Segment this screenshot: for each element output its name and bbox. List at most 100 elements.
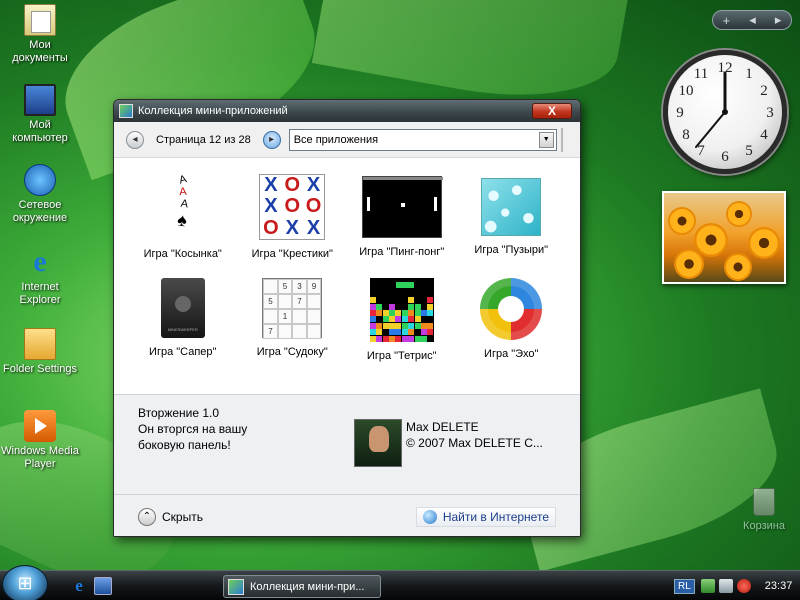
tetris-block <box>414 322 421 329</box>
tetris-block <box>376 322 383 329</box>
tetris-block <box>414 310 421 316</box>
category-filter-select[interactable]: Все приложения ▼ <box>288 128 557 151</box>
desktop-icon-my-documents[interactable]: Мои документы <box>0 4 80 65</box>
tetris-block <box>408 303 415 310</box>
desktop-icon-label: Мои документы <box>12 39 68 64</box>
get-more-gadgets-link[interactable]: Найти в Интернете <box>415 506 556 527</box>
desktop-icon-internet-explorer[interactable]: e Internet Explorer <box>0 246 80 307</box>
taskbar-item-label: Коллекция мини-при... <box>250 580 365 593</box>
documents-icon <box>24 4 56 36</box>
tetris-block <box>401 335 408 342</box>
media-player-icon <box>24 410 56 442</box>
tetris-block <box>408 329 415 336</box>
window-titlebar[interactable]: Коллекция мини-приложений X <box>114 100 580 122</box>
gadget-description: боковую панель! <box>138 438 231 452</box>
prev-page-button[interactable]: ◂ <box>126 130 144 149</box>
close-button[interactable]: X <box>532 103 572 119</box>
recycle-bin-icon <box>753 488 775 516</box>
gadget-tile-bubbles[interactable]: Игра "Пузыри" <box>457 170 567 274</box>
language-indicator[interactable]: RL <box>674 578 695 594</box>
gadget-grid: A A A ♠ Игра "Косынка" XOX XOO OXX Игра "… <box>114 158 580 394</box>
chevron-down-icon[interactable]: ▼ <box>538 131 554 148</box>
folder-icon <box>24 328 56 360</box>
tetris-block <box>388 335 395 342</box>
desktop-icon-network[interactable]: Сетевое окружение <box>0 164 80 225</box>
tetris-block <box>369 310 376 316</box>
get-more-gadgets-label: Найти в Интернете <box>442 509 549 524</box>
gadget-tile-minesweeper[interactable]: Игра "Сапер" <box>128 274 238 378</box>
tetris-block <box>369 322 376 329</box>
taskbar-item-gadget-gallery[interactable]: Коллекция мини-при... <box>223 575 381 598</box>
gadget-label: Игра "Сапер" <box>149 346 217 358</box>
internet-explorer-icon[interactable]: e <box>70 577 88 595</box>
desktop-icon-my-computer[interactable]: Мой компьютер <box>0 84 80 145</box>
gadget-tile-sudoku[interactable]: 539 57 1 7 Игра "Судоку" <box>238 274 348 378</box>
tetris-block <box>376 335 383 342</box>
clock-hands <box>695 71 728 148</box>
tetris-block <box>427 303 434 310</box>
tetris-block <box>427 297 434 304</box>
tetris-block <box>382 335 389 342</box>
add-gadget-button[interactable]: + <box>723 13 731 28</box>
show-desktop-icon[interactable] <box>94 577 112 595</box>
tetris-block <box>408 322 415 329</box>
tetris-block <box>369 316 376 323</box>
security-alert-icon[interactable] <box>736 579 751 593</box>
tetris-block <box>408 316 415 323</box>
gadget-tile-echo[interactable]: Игра "Эхо" <box>457 274 567 378</box>
tetris-block <box>401 322 408 329</box>
desktop-icon-windows-media-player[interactable]: Windows Media Player <box>0 410 80 471</box>
desktop-icon-folder-settings[interactable]: Folder Settings <box>0 328 80 376</box>
gallery-footer: ⌃ Скрыть Найти в Интернете <box>114 494 580 536</box>
gadget-label: Игра "Тетрис" <box>366 350 437 362</box>
gadget-gallery-icon <box>119 104 133 118</box>
tetris-block <box>414 316 421 323</box>
tetris-block <box>382 310 389 316</box>
slideshow-gadget[interactable] <box>662 191 786 284</box>
gadget-label: Игра "Крестики" <box>251 248 333 260</box>
page-indicator: Страница 12 из 28 <box>156 133 251 146</box>
gadget-label: Игра "Пузыри" <box>474 244 549 256</box>
tetris-block <box>388 310 395 316</box>
internet-explorer-icon: e <box>33 245 47 278</box>
tetris-block <box>427 310 434 316</box>
tetris-block <box>408 310 415 316</box>
tetris-block <box>420 310 427 316</box>
tetris-block <box>395 322 402 329</box>
author-name: Max DELETE <box>406 420 479 434</box>
hide-details-button[interactable]: ⌃ Скрыть <box>138 507 203 526</box>
volume-tray-icon[interactable] <box>718 579 733 593</box>
taskbar-clock[interactable]: 23:37 <box>765 580 793 592</box>
gadget-label: Игра "Судоку" <box>256 346 328 358</box>
tetris-block <box>395 282 414 288</box>
hide-details-label: Скрыть <box>162 509 203 524</box>
desktop-icon-recycle-bin[interactable]: Корзина <box>734 488 794 532</box>
desktop-icon-label: Windows Media Player <box>1 445 79 470</box>
tetris-block <box>395 335 402 342</box>
solitaire-cards-icon: A A A ♠ <box>175 173 189 231</box>
sudoku-icon: 539 57 1 7 <box>262 278 323 339</box>
tetris-block <box>388 329 395 336</box>
tetris-block <box>427 329 434 336</box>
globe-icon <box>422 509 437 524</box>
gadget-name: Вторжение 1.0 <box>138 406 220 420</box>
clock-gadget[interactable]: 12 1 2 3 4 5 6 7 8 9 10 11 <box>663 50 787 174</box>
echo-icon <box>480 278 543 340</box>
next-page-button[interactable]: ▸ <box>262 130 281 149</box>
sidebar-prev-button[interactable]: ◂ <box>749 12 756 28</box>
tetris-block <box>369 335 376 342</box>
desktop-icon-label: Folder Settings <box>3 363 77 375</box>
tetris-block <box>414 335 421 342</box>
gadget-tile-tic-tac-toe[interactable]: XOX XOO OXX Игра "Крестики" <box>238 170 348 274</box>
gadget-label: Игра "Эхо" <box>484 348 539 360</box>
tetris-block <box>395 316 402 323</box>
tetris-block <box>382 322 389 329</box>
network-tray-icon[interactable] <box>700 579 715 593</box>
gadget-tile-pong[interactable]: Игра "Пинг-понг" <box>347 170 457 274</box>
gadget-tile-solitaire[interactable]: A A A ♠ Игра "Косынка" <box>128 170 238 274</box>
tetris-block <box>420 335 427 342</box>
gadget-tile-tetris[interactable]: Игра "Тетрис" <box>347 274 457 378</box>
sidebar-next-button[interactable]: ▸ <box>775 12 782 28</box>
start-button[interactable] <box>2 565 48 600</box>
gadget-label: Игра "Пинг-понг" <box>359 246 445 258</box>
